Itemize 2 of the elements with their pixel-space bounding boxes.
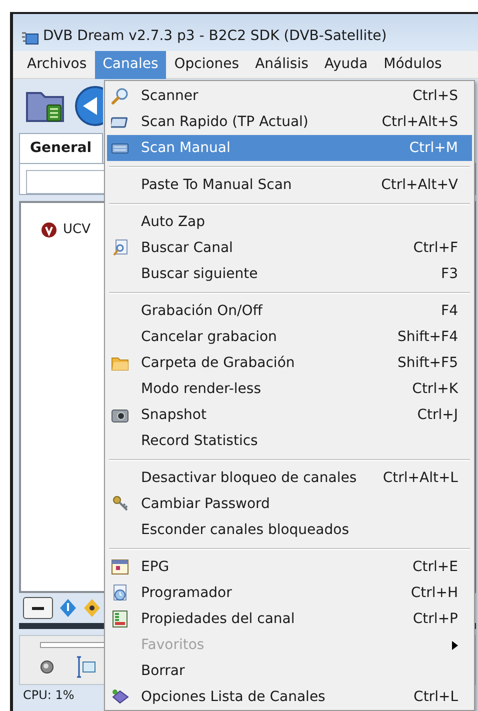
window-title: DVB Dream v2.7.3 p3 - B2C2 SDK (DVB-Satellite) (43, 27, 387, 46)
cpu-status: CPU: 1% (23, 688, 74, 702)
